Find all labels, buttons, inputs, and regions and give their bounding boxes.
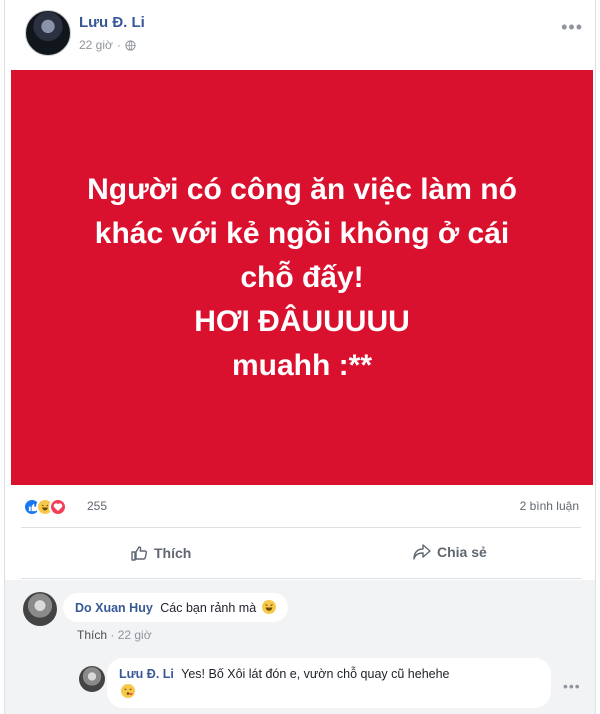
share-button[interactable]: Chia sẻ (413, 544, 487, 560)
kiss-emoji-icon (121, 684, 135, 698)
reaction-count[interactable]: 255 (87, 499, 107, 513)
comment-author[interactable]: Do Xuan Huy (75, 601, 153, 615)
more-options-icon[interactable]: ••• (561, 18, 583, 36)
comment-meta: Thích · 22 giờ (77, 628, 152, 642)
comment-count[interactable]: 2 bình luận (520, 499, 579, 513)
like-button[interactable]: Thích (130, 544, 191, 562)
reply-avatar[interactable] (79, 666, 105, 692)
card-line: chỗ đấy! (240, 260, 364, 294)
post-meta: 22 giờ · (79, 38, 136, 52)
card-line: muahh :** (231, 348, 372, 382)
reply-more-icon[interactable]: ••• (563, 678, 581, 694)
post-header: Lưu Đ. Li 22 giờ · ••• (15, 6, 591, 56)
author-avatar[interactable] (25, 10, 71, 56)
post-text-card: Người có công ăn việc làm nó khác với kẻ… (11, 70, 593, 485)
reactions-summary: 255 2 bình luận (17, 495, 583, 519)
globe-icon[interactable] (125, 39, 136, 51)
laughing-emoji-icon (261, 600, 276, 614)
author-name[interactable]: Lưu Đ. Li (79, 14, 145, 31)
reaction-icons[interactable] (23, 498, 67, 516)
comment-like-link[interactable]: Thích (77, 628, 107, 642)
love-icon (49, 498, 67, 516)
divider (21, 578, 581, 579)
comment-text: Các bạn rảnh mà (160, 601, 257, 615)
card-line: HƠI ĐÂUUUUU (194, 304, 410, 338)
post-time[interactable]: 22 giờ (79, 38, 113, 52)
card-line: Người có công ăn việc làm nó (87, 172, 517, 206)
reply-bubble: Lưu Đ. Li Yes! Bố Xôi lát đón e, vườn ch… (107, 658, 551, 708)
card-line: khác với kẻ ngồi không ở cái (94, 216, 510, 250)
comments-section: Do Xuan Huy Các bạn rảnh mà Thích · 22 g… (5, 580, 595, 714)
divider (21, 527, 581, 528)
thumbs-up-icon (131, 546, 148, 561)
commenter-avatar[interactable] (23, 592, 57, 626)
comment-time[interactable]: 22 giờ (118, 628, 152, 642)
share-icon (413, 544, 431, 560)
reply-author[interactable]: Lưu Đ. Li (119, 667, 174, 681)
comment-bubble: Do Xuan Huy Các bạn rảnh mà (63, 593, 288, 622)
like-button-label: Thích (154, 545, 192, 561)
reply-text: Yes! Bố Xôi lát đón e, vườn chỗ quay cũ … (181, 667, 450, 681)
share-button-label: Chia sẻ (437, 544, 487, 560)
